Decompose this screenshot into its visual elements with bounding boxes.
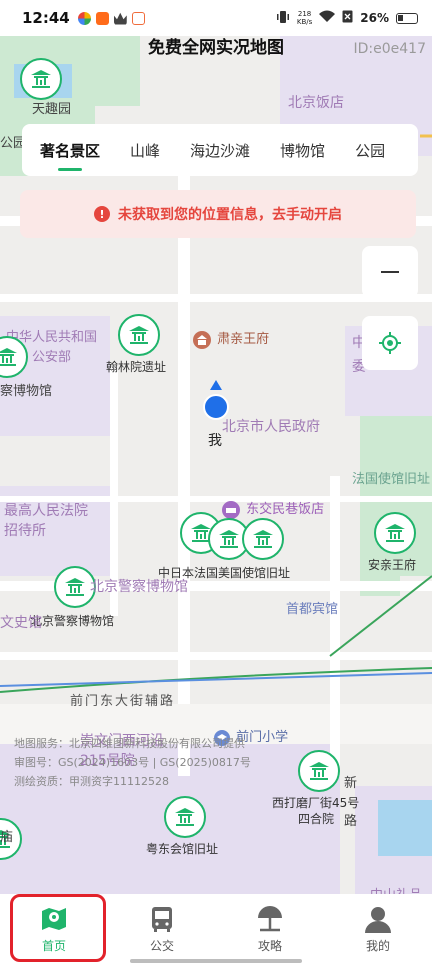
map-label: 文史馆 <box>0 615 42 631</box>
locate-button[interactable] <box>362 316 418 370</box>
home-indicator <box>130 959 302 963</box>
crown-icon <box>113 12 127 25</box>
tab-mountains[interactable]: 山峰 <box>130 140 160 161</box>
map-credits: 地图服务：北京四维图新科技股份有限公司提供 审图号：GS(2024)1603号 … <box>14 737 251 788</box>
minus-icon <box>381 271 399 273</box>
map-label: 招待所 <box>4 523 46 539</box>
my-location-label: 我 <box>208 433 222 449</box>
battery-percent: 26% <box>360 11 389 25</box>
poi-label: 四合院 <box>298 812 335 826</box>
nav-guide[interactable]: 攻略 <box>216 894 324 964</box>
exclamation-icon: ! <box>94 206 110 222</box>
map-label: 新 <box>344 776 358 791</box>
user-icon <box>365 907 391 933</box>
temple-icon <box>129 326 149 344</box>
bus-icon <box>152 907 172 932</box>
hotel-icon <box>222 500 240 519</box>
heading-arrow-icon <box>210 380 222 390</box>
battery-icon <box>396 12 418 24</box>
landmark-icon <box>193 330 211 349</box>
tab-parks[interactable]: 公园 <box>355 140 385 161</box>
tab-beaches[interactable]: 海边沙滩 <box>190 140 250 161</box>
map-label: 公安部 <box>32 350 72 365</box>
poi-label: 粤东会馆旧址 <box>146 842 219 856</box>
scenic-poi-marker[interactable] <box>374 512 416 554</box>
map-label: 察博物馆 <box>0 384 53 399</box>
scenic-poi-marker[interactable] <box>298 750 340 792</box>
temple-icon <box>219 530 239 548</box>
title-bar: 免费全网实况地图 ID:e0e417 <box>0 36 432 64</box>
location-alert-text: 未获取到您的位置信息，去手动开启 <box>118 207 342 223</box>
nav-profile[interactable]: 我的 <box>324 894 432 964</box>
poi-label: 西打磨厂街45号 <box>272 796 360 810</box>
map-label: 北京饭店 <box>288 95 344 111</box>
page-id: ID:e0e417 <box>353 41 426 57</box>
home-highlight-box <box>10 894 106 962</box>
map-label: 首都宾馆 <box>286 602 339 617</box>
status-bar: 12:44 218 KB/s 26% <box>0 0 432 36</box>
temple-icon <box>309 762 329 780</box>
map-label: 东交民巷饭店 <box>222 498 324 519</box>
status-right: 218 KB/s 26% <box>276 10 418 27</box>
map-label: 路 <box>344 814 358 829</box>
map-label: 北京市人民政府 <box>222 419 320 435</box>
status-app-icons <box>77 11 145 25</box>
poi-label: 安亲王府 <box>368 558 417 572</box>
temple-icon <box>385 524 405 542</box>
map-label: 天趣园 <box>32 102 72 117</box>
scenic-poi-marker[interactable] <box>242 518 284 560</box>
temple-icon <box>65 578 85 596</box>
app-notification-icon <box>131 11 145 25</box>
poi-label: 翰林院遗址 <box>106 360 167 374</box>
map-label: 肃亲王府 <box>193 328 269 349</box>
wifi-icon <box>319 10 336 26</box>
temple-icon <box>31 70 51 88</box>
map-label: 中山礼品 <box>370 884 422 894</box>
tab-famous-scenic[interactable]: 著名景区 <box>40 140 100 171</box>
poi-label: 北京警察博物馆 <box>30 614 115 628</box>
crosshair-icon <box>379 332 401 354</box>
temple-icon <box>0 348 17 366</box>
tab-museums[interactable]: 博物馆 <box>280 140 325 161</box>
map-label: 北京警察博物馆 <box>90 579 188 595</box>
road-label: 前门东大街辅路 <box>70 694 176 709</box>
umbrella-icon <box>258 906 282 932</box>
map-label: 最高人民法院 <box>4 503 88 519</box>
map-label: 法国使馆旧址 <box>352 472 431 487</box>
app-notification-icon <box>95 11 109 25</box>
zoom-out-button[interactable] <box>362 246 418 298</box>
temple-icon <box>253 530 273 548</box>
scenic-poi-marker[interactable] <box>118 314 160 356</box>
vibrate-icon <box>276 10 290 27</box>
my-location-dot <box>203 394 229 420</box>
scenic-poi-marker[interactable] <box>20 58 62 100</box>
scenic-poi-marker[interactable] <box>164 796 206 838</box>
status-time: 12:44 <box>22 9 70 27</box>
temple-icon <box>175 808 195 826</box>
nav-bus[interactable]: 公交 <box>108 894 216 964</box>
app-notification-icon <box>77 11 91 25</box>
category-tabs: 著名景区 山峰 海边沙滩 博物馆 公园 <box>22 124 418 176</box>
bottom-navigation: 首页 公交 攻略 我的 <box>0 894 432 964</box>
network-speed: 218 KB/s <box>296 10 313 26</box>
location-alert[interactable]: ! 未获取到您的位置信息，去手动开启 <box>20 190 416 238</box>
sim-icon <box>342 10 353 26</box>
map-label: 庙 <box>0 830 14 845</box>
